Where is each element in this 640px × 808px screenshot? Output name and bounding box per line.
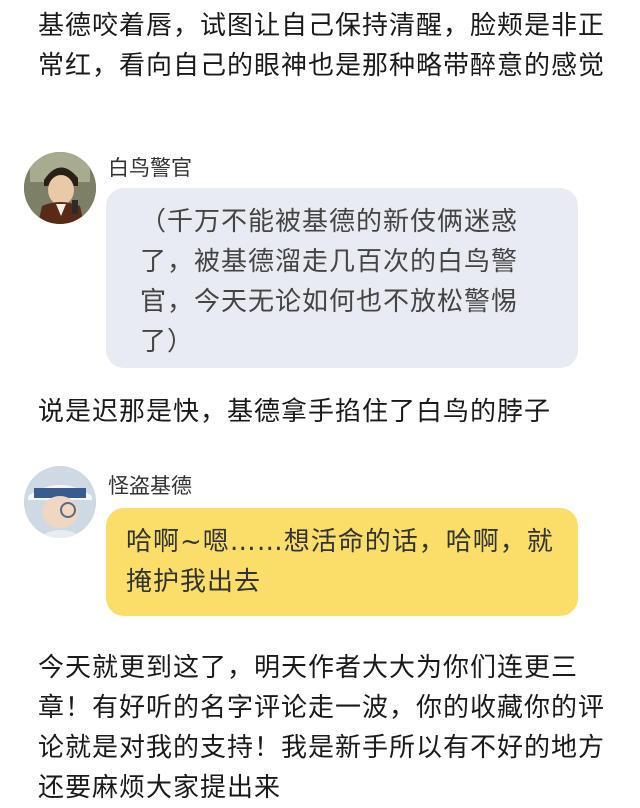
sender-name: 白鸟警官 [108,156,192,180]
sender-name: 怪盗基德 [108,474,192,498]
narration-intro: 基德咬着唇，试图让自己保持清醒，脸颊是非正常红，看向自己的眼神也是那种略带醉意的… [38,11,606,81]
narration-outro: 今天就更到这了，明天作者大大为你们连更三章！有好听的名字评论走一波，你的收藏你的… [38,653,606,803]
message-bubble[interactable]: 哈啊~嗯……想活命的话，哈啊，就掩护我出去 [106,508,578,616]
narration-middle: 说是迟那是快，基德拿手掐住了白鸟的脖子 [38,397,552,427]
kaito-kid-portrait-icon [24,466,96,538]
message-bubble[interactable]: （千万不能被基德的新伎俩迷惑了，被基德溜走几百次的白鸟警官，今天无论如何也不放松… [106,188,578,368]
avatar-shiratori[interactable] [24,152,96,224]
avatar-kid[interactable] [24,466,96,538]
shiratori-portrait-icon [24,152,96,224]
